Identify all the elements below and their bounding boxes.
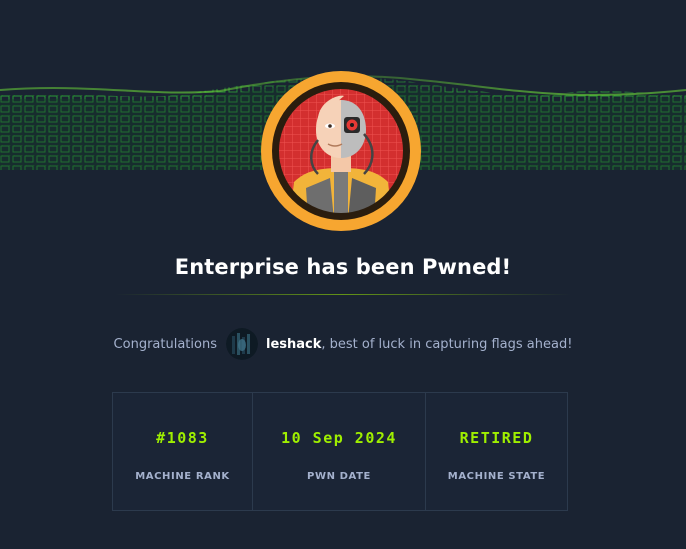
title-divider [115,294,571,295]
machine-rank-value: #1083 [156,429,209,447]
stat-pwn-date: 10 Sep 2024 PWN DATE [253,393,426,510]
congrats-message: Congratulations leshack , best of luck i… [0,328,686,360]
stat-machine-state: RETIRED MACHINE STATE [426,393,567,510]
pwn-date-label: PWN DATE [307,471,371,482]
pwn-stats-panel: #1083 MACHINE RANK 10 Sep 2024 PWN DATE … [112,392,568,511]
congrats-prefix: Congratulations [113,336,217,352]
page-title: Enterprise has been Pwned! [174,255,512,279]
stat-machine-rank: #1083 MACHINE RANK [113,393,253,510]
machine-state-label: MACHINE STATE [447,471,546,482]
machine-state-value: RETIRED [459,429,534,447]
cyborg-badge-icon [261,71,421,231]
machine-rank-label: MACHINE RANK [135,471,230,482]
pwn-date-value: 10 Sep 2024 [281,429,397,447]
username-link[interactable]: leshack [266,337,321,352]
user-avatar-icon[interactable] [225,328,258,360]
congrats-suffix: , best of luck in capturing flags ahead! [321,336,573,352]
